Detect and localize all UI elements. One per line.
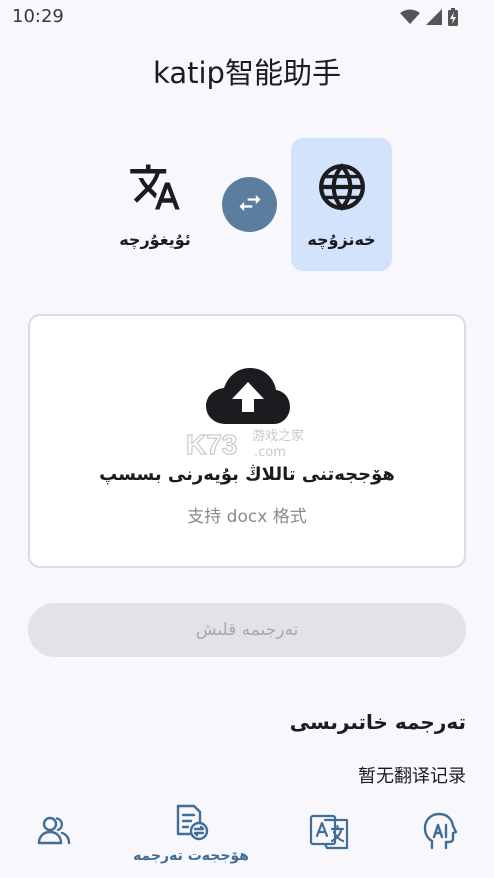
swap-languages-button[interactable] bbox=[222, 177, 277, 232]
source-language-label: ئۇيغۇرچە bbox=[119, 230, 191, 249]
nav-item-text-translate[interactable] bbox=[298, 796, 362, 878]
upload-hint: 支持 docx 格式 bbox=[187, 507, 307, 527]
upload-title: ھۆججەتنى تاللاڭ بۇيەرنى بسسپ bbox=[99, 464, 395, 485]
target-language-label: خەنزۇچە bbox=[307, 230, 376, 249]
status-bar: 10:29 bbox=[0, 0, 494, 34]
history-empty-text: 暂无翻译记录 bbox=[358, 766, 466, 787]
file-upload-area[interactable]: K73 游戏之家 .com ھۆججەتنى تاللاڭ بۇيەرنى بس… bbox=[28, 314, 466, 568]
signal-icon bbox=[426, 9, 442, 25]
svg-text:K73: K73 bbox=[186, 429, 237, 460]
wifi-icon bbox=[400, 9, 420, 25]
cloud-upload-icon bbox=[206, 368, 290, 430]
target-language-button[interactable]: خەنزۇچە bbox=[291, 138, 392, 271]
status-time: 10:29 bbox=[12, 6, 64, 27]
watermark: K73 游戏之家 .com bbox=[184, 424, 314, 464]
bottom-nav: ھۆججەت تەرجمە bbox=[0, 796, 494, 878]
app-title: katip智能助手 bbox=[153, 56, 341, 90]
status-icons bbox=[400, 8, 458, 26]
battery-charging-icon bbox=[448, 8, 458, 26]
nav-item-users[interactable] bbox=[22, 796, 86, 878]
document-translate-icon bbox=[172, 802, 210, 846]
source-language-button[interactable]: ئۇيغۇرچە bbox=[92, 138, 218, 270]
screen: 10:29 katip智能助手 ئۇيغۇرچە خەنزۇچە K73 游戏之… bbox=[0, 0, 494, 878]
translate-icon bbox=[128, 160, 182, 218]
translate-box-icon bbox=[309, 812, 351, 856]
svg-text:.com: .com bbox=[254, 445, 286, 460]
translate-button[interactable]: تەرجىمە قلىش bbox=[28, 603, 466, 657]
globe-icon bbox=[317, 162, 367, 216]
history-title: تەرجمە خاتىرىسى bbox=[289, 710, 466, 734]
svg-text:游戏之家: 游戏之家 bbox=[252, 428, 304, 444]
swap-arrows-icon bbox=[236, 189, 264, 221]
users-icon bbox=[36, 812, 72, 852]
ai-head-icon bbox=[422, 812, 458, 854]
nav-label-document-translate: ھۆججەت تەرجمە bbox=[133, 848, 249, 864]
nav-item-ai-assistant[interactable] bbox=[408, 796, 472, 878]
nav-item-document-translate[interactable]: ھۆججەت تەرجمە bbox=[126, 796, 256, 878]
